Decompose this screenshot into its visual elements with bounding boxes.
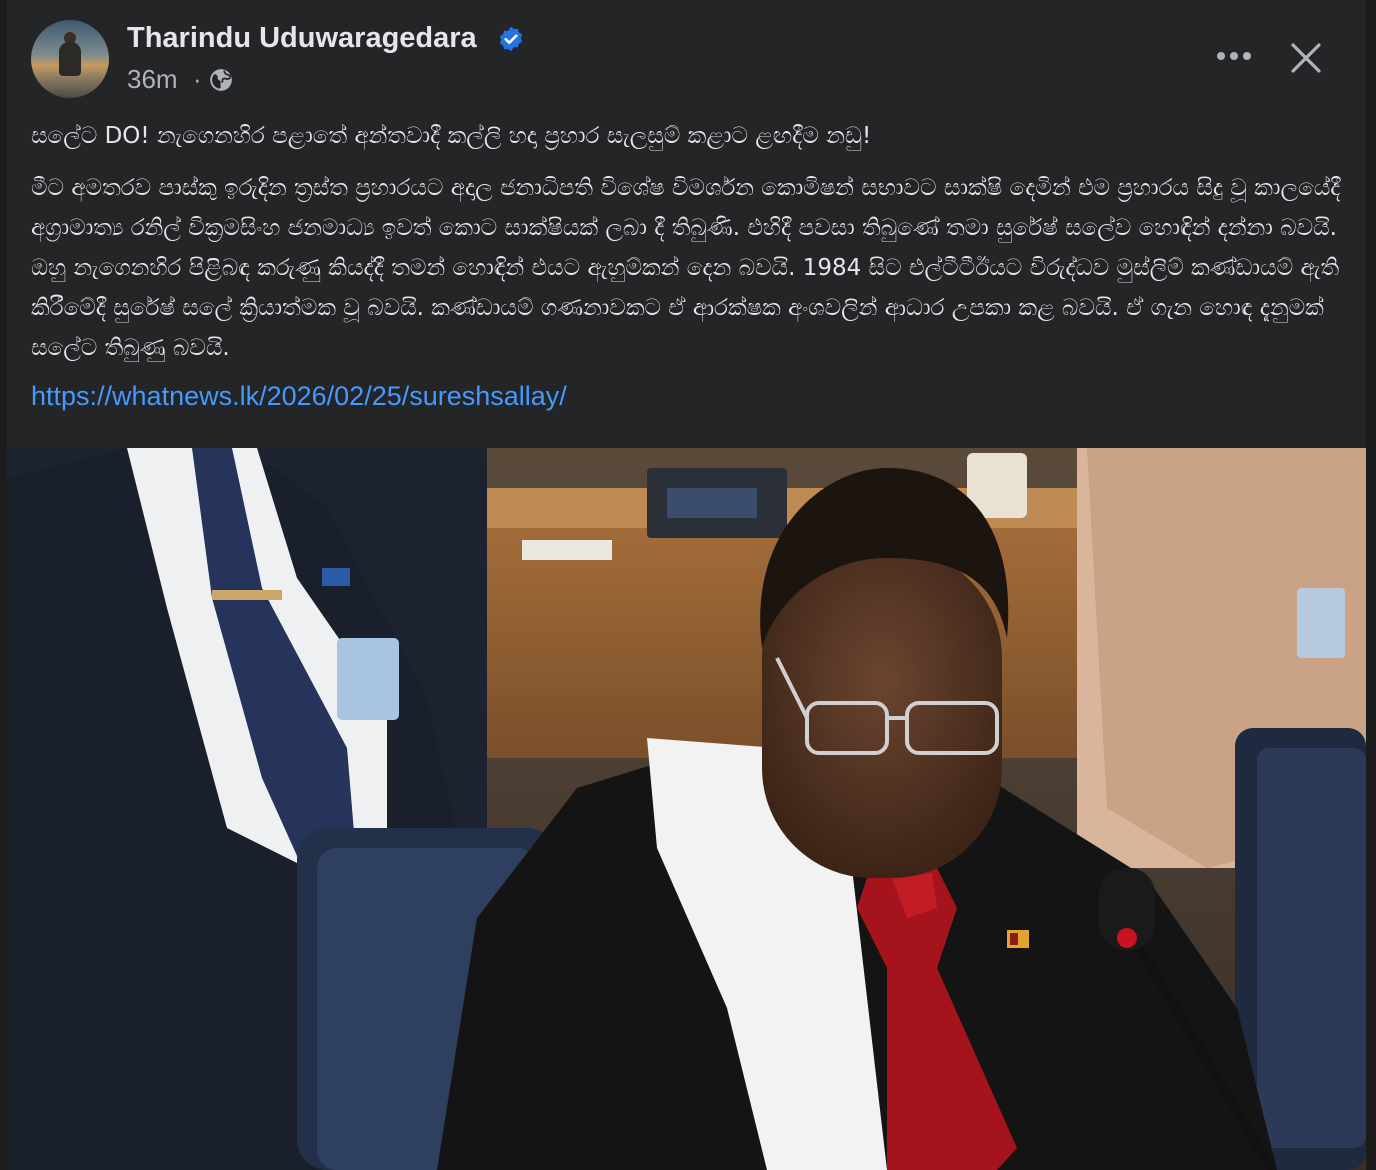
globe-icon[interactable] — [208, 67, 234, 93]
author-name[interactable]: Tharindu Uduwaragedara — [127, 22, 477, 55]
meta-separator: · — [193, 64, 202, 94]
verified-badge-icon — [499, 26, 523, 52]
post-text: සලේට DO! නැගෙනහිර පළාතේ අන්තවාදී කල්ලි හ… — [31, 116, 1349, 418]
post-headline: සලේට DO! නැගෙනහිර පළාතේ අන්තවාදී කල්ලි හ… — [31, 123, 872, 149]
post-card: Tharindu Uduwaragedara 36m · සලේට DO! නැ… — [7, 0, 1366, 1170]
more-dot — [1243, 52, 1251, 60]
close-icon[interactable] — [1282, 34, 1330, 82]
post-photo[interactable] — [7, 448, 1366, 1170]
avatar-figure-body — [59, 42, 81, 76]
post-link[interactable]: https://whatnews.lk/2026/02/25/sureshsal… — [31, 376, 567, 416]
post-timestamp[interactable]: 36m — [127, 64, 178, 95]
more-options-button[interactable] — [1207, 36, 1261, 76]
post-paragraph: මීට අමතරව පාස්කු ඉරුදින ත්‍රස්ත ප්‍රහාරය… — [31, 175, 1341, 361]
more-dot — [1230, 52, 1238, 60]
author-avatar[interactable] — [31, 20, 109, 98]
more-dot — [1217, 52, 1225, 60]
